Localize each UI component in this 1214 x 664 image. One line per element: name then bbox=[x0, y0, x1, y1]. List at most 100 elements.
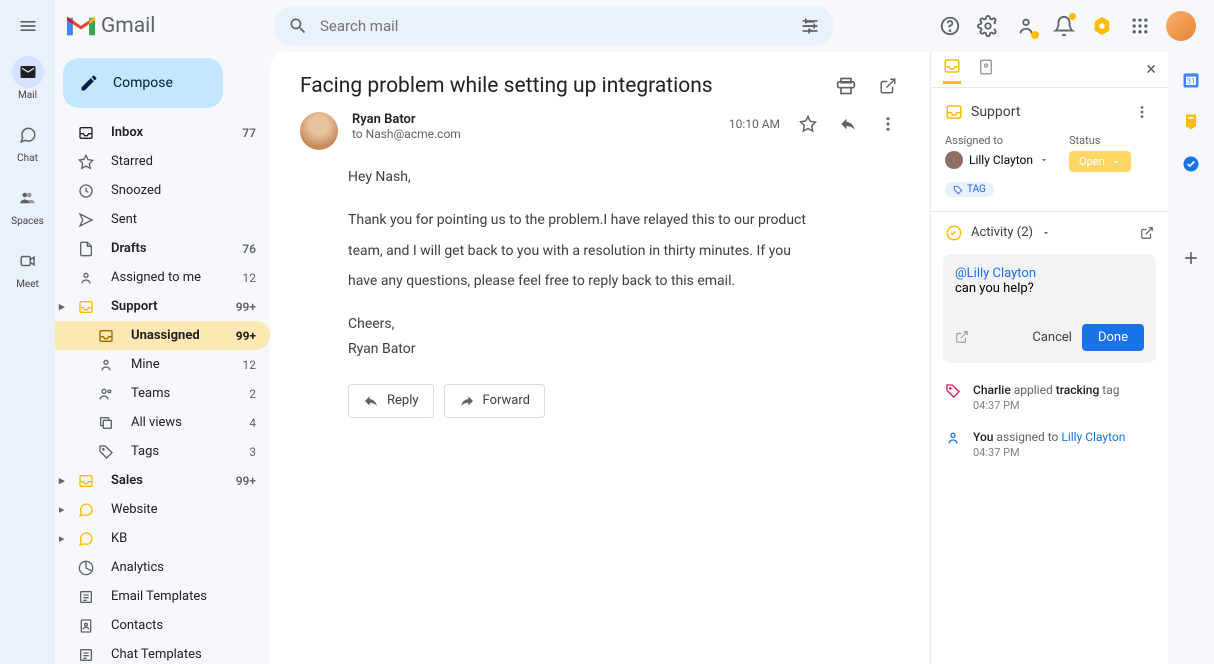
chevron-down-icon[interactable] bbox=[1041, 228, 1051, 238]
compose-button[interactable]: Compose bbox=[63, 58, 223, 108]
assigned-label: Assigned to bbox=[945, 134, 1049, 147]
rail-chat[interactable]: Chat bbox=[12, 119, 44, 164]
nav-support[interactable]: ▸Support99+ bbox=[55, 292, 270, 321]
tag-chip[interactable]: TAG bbox=[945, 182, 994, 197]
nav-templates[interactable]: Email Templates bbox=[55, 582, 270, 611]
comment-open-button[interactable] bbox=[955, 330, 969, 344]
tag-icon bbox=[97, 444, 115, 460]
template-icon bbox=[77, 589, 95, 605]
rail-mail-label: Mail bbox=[18, 90, 37, 101]
nav-mine[interactable]: Mine12 bbox=[55, 350, 270, 379]
inbox-yellow-icon bbox=[77, 473, 95, 489]
file-icon bbox=[77, 241, 95, 257]
keep-addon[interactable] bbox=[1181, 112, 1201, 132]
brand: Gmail bbox=[67, 14, 262, 38]
reply-button[interactable]: Reply bbox=[348, 384, 434, 418]
email-body: Hey Nash, Thank you for pointing us to t… bbox=[300, 162, 900, 360]
activity-open-button[interactable] bbox=[1140, 226, 1154, 240]
pie-icon bbox=[77, 560, 95, 576]
print-button[interactable] bbox=[834, 74, 858, 98]
person-icon bbox=[97, 357, 115, 373]
nav-inbox[interactable]: Inbox77 bbox=[55, 118, 270, 147]
inbox-yellow-icon bbox=[77, 299, 95, 315]
nav-teams[interactable]: Teams2 bbox=[55, 379, 270, 408]
rail-chat-label: Chat bbox=[17, 153, 38, 164]
apps-button[interactable] bbox=[1128, 14, 1152, 38]
nav-tags[interactable]: Tags3 bbox=[55, 437, 270, 466]
more-button[interactable] bbox=[876, 112, 900, 136]
chevron-down-icon bbox=[1111, 157, 1121, 167]
star-icon bbox=[77, 154, 95, 170]
avatar bbox=[945, 151, 963, 169]
search-icon bbox=[288, 16, 308, 36]
people-icon bbox=[97, 386, 115, 402]
nav-chattpl[interactable]: Chat Templates bbox=[55, 640, 270, 664]
support-more-button[interactable] bbox=[1130, 100, 1154, 124]
settings-button[interactable] bbox=[976, 14, 1000, 38]
rail-mail[interactable]: Mail bbox=[12, 56, 44, 101]
status-select[interactable]: Open bbox=[1069, 151, 1131, 172]
send-icon bbox=[77, 212, 95, 228]
main-menu-button[interactable] bbox=[16, 14, 40, 38]
star-button[interactable] bbox=[796, 112, 820, 136]
account-avatar[interactable] bbox=[1166, 11, 1196, 41]
search-box[interactable] bbox=[274, 6, 834, 46]
nav-snoozed[interactable]: Snoozed bbox=[55, 176, 270, 205]
nav-assigned[interactable]: Assigned to me12 bbox=[55, 263, 270, 292]
sender-to: to Nash@acme.com bbox=[352, 127, 715, 141]
tag-red-icon bbox=[945, 383, 963, 412]
mention: @Lilly Clayton bbox=[955, 266, 1036, 281]
tasks-addon[interactable] bbox=[1181, 154, 1201, 174]
forward-button[interactable]: Forward bbox=[444, 384, 545, 418]
search-input[interactable] bbox=[320, 17, 788, 35]
gmail-logo-icon bbox=[67, 15, 95, 37]
reply-icon-button[interactable] bbox=[836, 112, 860, 136]
email-subject: Facing problem while setting up integrat… bbox=[300, 74, 713, 98]
rail-meet[interactable]: Meet bbox=[12, 245, 44, 290]
email-time: 10:10 AM bbox=[729, 117, 780, 131]
chat-yellow-icon bbox=[77, 502, 95, 518]
nav-contacts[interactable]: Contacts bbox=[55, 611, 270, 640]
nav-sales[interactable]: ▸Sales99+ bbox=[55, 466, 270, 495]
add-addon[interactable] bbox=[1181, 248, 1201, 268]
notifications-button[interactable] bbox=[1052, 14, 1076, 38]
nav-website[interactable]: ▸Website bbox=[55, 495, 270, 524]
assignee-select[interactable]: Lilly Clayton bbox=[945, 151, 1049, 169]
support-title: Support bbox=[971, 104, 1122, 120]
chevron-right-icon: ▸ bbox=[59, 532, 65, 545]
person-icon bbox=[77, 270, 95, 286]
forward-icon bbox=[459, 393, 475, 409]
search-options-icon[interactable] bbox=[800, 16, 820, 36]
comment-box[interactable]: @Lilly Clayton can you help? Cancel Done bbox=[943, 254, 1156, 363]
copy-icon bbox=[97, 415, 115, 431]
nav-unassigned[interactable]: Unassigned99+ bbox=[55, 321, 270, 350]
nav-allviews[interactable]: All views4 bbox=[55, 408, 270, 437]
inbox-yellow-icon bbox=[945, 103, 963, 121]
nav-kb[interactable]: ▸KB bbox=[55, 524, 270, 553]
brand-word: Gmail bbox=[101, 14, 155, 38]
activity-icon bbox=[945, 224, 963, 242]
comment-text: can you help? bbox=[955, 281, 1144, 296]
nav-sent[interactable]: Sent bbox=[55, 205, 270, 234]
help-button[interactable] bbox=[938, 14, 962, 38]
template-icon bbox=[77, 647, 95, 663]
support-tab-contact[interactable] bbox=[977, 58, 995, 82]
support-tab-inbox[interactable] bbox=[943, 57, 961, 84]
done-button[interactable]: Done bbox=[1082, 324, 1144, 351]
rail-spaces-label: Spaces bbox=[11, 216, 44, 227]
nav-analytics[interactable]: Analytics bbox=[55, 553, 270, 582]
nav-drafts[interactable]: Drafts76 bbox=[55, 234, 270, 263]
rail-meet-label: Meet bbox=[16, 279, 39, 290]
cancel-button[interactable]: Cancel bbox=[1032, 330, 1072, 345]
chevron-down-icon bbox=[1039, 155, 1049, 165]
contacts-button[interactable] bbox=[1014, 14, 1038, 38]
calendar-addon[interactable]: 31 bbox=[1181, 70, 1201, 90]
open-new-button[interactable] bbox=[876, 74, 900, 98]
close-pane-button[interactable]: × bbox=[1146, 59, 1156, 80]
tag-icon bbox=[953, 185, 963, 195]
chevron-right-icon: ▸ bbox=[59, 503, 65, 516]
hexagon-button[interactable] bbox=[1090, 14, 1114, 38]
inbox-yellow-icon bbox=[97, 328, 115, 344]
nav-starred[interactable]: Starred bbox=[55, 147, 270, 176]
rail-spaces[interactable]: Spaces bbox=[11, 182, 44, 227]
